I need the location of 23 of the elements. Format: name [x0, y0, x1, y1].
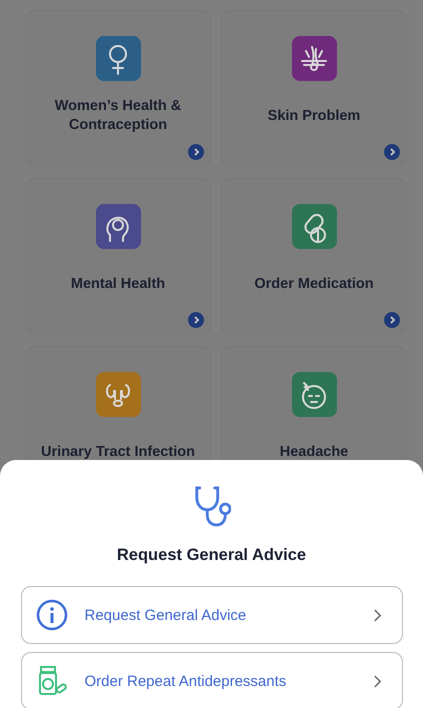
sheet-title: Request General Advice — [116, 546, 306, 565]
info-icon — [36, 599, 68, 631]
chevron-circle-icon[interactable] — [188, 144, 204, 160]
option-button[interactable]: Order Repeat Antidepressants — [20, 652, 402, 708]
option-button[interactable]: Request General Advice — [20, 586, 402, 644]
chevron-icon — [372, 608, 382, 622]
category-card[interactable]: Women’s Health & Contraception — [25, 10, 211, 167]
chevron-circle-icon[interactable] — [384, 312, 400, 328]
chevron-icon — [372, 674, 382, 688]
chevron-circle-icon[interactable] — [188, 312, 204, 328]
category-card[interactable]: Mental Health — [25, 178, 211, 335]
option-label: Order Repeat Antidepressants — [84, 672, 288, 690]
category-card[interactable]: Skin Problem — [221, 10, 407, 167]
category-title: Headache — [278, 442, 350, 462]
category-card[interactable]: Order Medication — [221, 178, 407, 335]
chevron-circle-icon[interactable] — [384, 144, 400, 160]
option-label: Request General Advice — [84, 606, 248, 624]
category-title: Order Medication — [253, 274, 375, 294]
category-title: Women’s Health & Contraception — [54, 97, 182, 135]
category-title: Mental Health — [70, 274, 166, 294]
category-title: Skin Problem — [266, 106, 362, 126]
stethoscope-icon — [192, 484, 230, 528]
category-title: Urinary Tract Infection — [40, 442, 196, 462]
